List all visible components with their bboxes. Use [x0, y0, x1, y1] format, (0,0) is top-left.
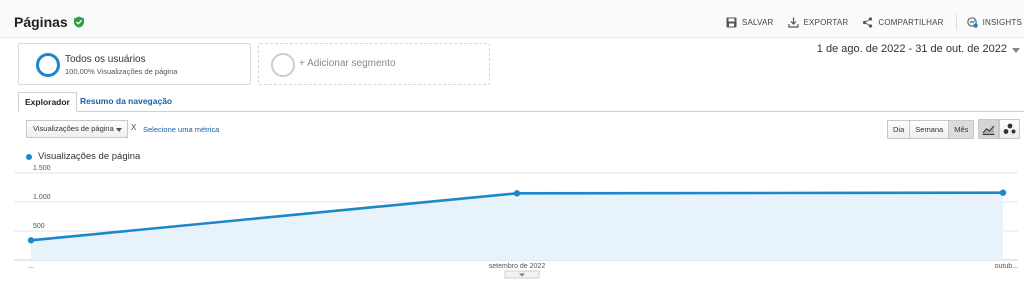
- insights-button[interactable]: INSIGHTS: [966, 16, 1022, 28]
- tab-navigation-summary[interactable]: Resumo da navegação: [74, 92, 178, 112]
- motion-chart-button[interactable]: [999, 119, 1020, 139]
- y-tick-label: 500: [33, 223, 45, 230]
- pageviews-chart: 500 1.000 1.500... setembro de 2022 outub...: [14, 165, 1018, 279]
- period-selector: Dia Semana Mês: [887, 120, 975, 139]
- report-header: Páginas SALVAR EXPORTAR COMPARTILHAR INS…: [0, 0, 1024, 38]
- insights-icon: [966, 16, 978, 28]
- tab-explorer[interactable]: Explorador: [18, 92, 77, 112]
- export-button[interactable]: EXPORTAR: [787, 17, 849, 28]
- date-range-picker[interactable]: 1 de ago. de 2022 - 31 de out. de 2022: [817, 43, 1020, 55]
- save-label: SALVAR: [741, 17, 774, 27]
- share-button[interactable]: COMPARTILHAR: [862, 16, 944, 28]
- save-button[interactable]: SALVAR: [726, 17, 774, 28]
- x-tick-label: setembro de 2022: [489, 263, 546, 270]
- segment-title: Todos os usuários: [65, 54, 146, 65]
- save-icon: [726, 17, 737, 27]
- share-label: COMPARTILHAR: [878, 17, 944, 27]
- page-title-text: Páginas: [14, 14, 68, 30]
- header-actions: SALVAR EXPORTAR COMPARTILHAR INSIGHTS: [712, 14, 1022, 30]
- metric-dropdown[interactable]: Visualizações de página: [26, 120, 128, 138]
- x-tick-label: ...: [28, 263, 34, 270]
- period-day-button[interactable]: Dia: [888, 121, 911, 138]
- data-point: [999, 189, 1007, 196]
- chevron-down-icon: [1012, 47, 1020, 53]
- dropdown-caret-icon: [116, 128, 122, 132]
- data-point: [27, 237, 35, 244]
- export-icon: [787, 17, 799, 28]
- add-segment-label: + Adicionar segmento: [299, 58, 396, 69]
- export-label: EXPORTAR: [803, 17, 849, 27]
- line-chart-button[interactable]: [978, 119, 999, 139]
- verified-shield-icon: [73, 16, 84, 28]
- y-tick-label: 1.500: [33, 165, 51, 172]
- motion-chart-icon: [1003, 123, 1016, 134]
- segment-subtitle: 100,00% Visualizações de página: [65, 67, 178, 76]
- page-title: Páginas: [14, 14, 85, 30]
- select-metric-link[interactable]: Selecione uma métrica: [143, 125, 219, 134]
- metric-separator: X: [131, 123, 137, 132]
- add-segment-button[interactable]: + Adicionar segmento: [258, 43, 490, 85]
- legend-dot-icon: [26, 153, 32, 160]
- empty-segment-ring-icon: [271, 53, 295, 77]
- y-tick-label: 1.000: [33, 194, 51, 201]
- period-month-button[interactable]: Mês: [949, 121, 974, 138]
- period-week-button[interactable]: Semana: [910, 121, 950, 138]
- segment-all-users[interactable]: Todos os usuários 100,00% Visualizações …: [18, 43, 251, 85]
- chart-view-selector: [978, 119, 1020, 139]
- metric-dropdown-value: Visualizações de página: [33, 124, 114, 133]
- line-chart-icon: [982, 125, 995, 135]
- actions-divider: [955, 14, 957, 30]
- date-range-text: 1 de ago. de 2022 - 31 de out. de 2022: [816, 43, 1007, 55]
- report-tabs: Explorador Resumo da navegação: [18, 92, 1024, 112]
- share-icon: [863, 16, 873, 28]
- data-point: [513, 190, 521, 197]
- segment-ring-icon: [36, 53, 60, 77]
- insights-label: INSIGHTS: [982, 17, 1022, 27]
- x-tick-label: outub...: [995, 263, 1018, 270]
